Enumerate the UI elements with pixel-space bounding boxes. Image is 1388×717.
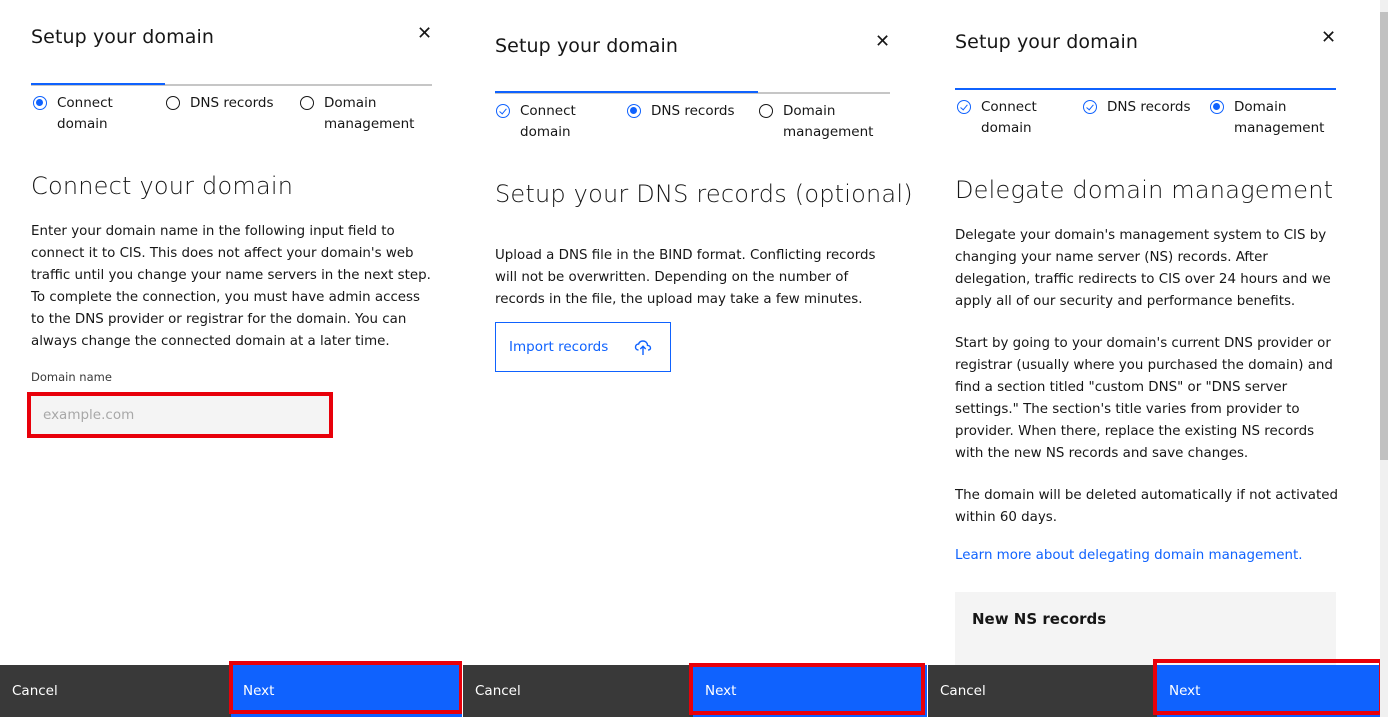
- scrollbar[interactable]: [1380, 0, 1388, 717]
- incomplete-step-icon: [166, 96, 180, 110]
- cloud-upload-icon: [634, 340, 652, 355]
- description-text: Delegate your domain's management system…: [955, 228, 1331, 309]
- checkmark-icon: [496, 104, 510, 118]
- step-domain-management[interactable]: Domain management: [759, 101, 873, 143]
- current-step-icon: [1210, 100, 1224, 114]
- description-text: Enter your domain name in the following …: [31, 224, 431, 349]
- checkmark-icon: [1083, 100, 1097, 114]
- domain-name-field: [31, 396, 329, 434]
- cancel-button[interactable]: Cancel: [463, 665, 693, 717]
- close-icon[interactable]: ✕: [875, 33, 890, 51]
- instructions-text: Start by going to your domain's current …: [955, 336, 1333, 461]
- step-dns-records[interactable]: DNS records: [1083, 97, 1191, 118]
- cancel-button[interactable]: Cancel: [928, 665, 1157, 717]
- modal-footer: Cancel Next: [0, 665, 462, 717]
- step-label: DNS records: [1107, 99, 1191, 115]
- step-label: Connect: [57, 95, 113, 111]
- section-heading: Delegate domain management: [955, 176, 1334, 204]
- next-button[interactable]: Next: [231, 665, 462, 717]
- next-button[interactable]: Next: [693, 665, 927, 717]
- step-label-line2: domain: [981, 120, 1032, 136]
- close-icon[interactable]: ✕: [417, 25, 432, 43]
- progress-fill: [955, 88, 1336, 90]
- progress-fill: [31, 83, 165, 85]
- current-step-icon: [627, 104, 641, 118]
- modal-title: Setup your domain: [955, 31, 1138, 53]
- ns-records-title: New NS records: [972, 610, 1107, 628]
- step-domain-management[interactable]: Domain management: [1210, 97, 1324, 139]
- incomplete-step-icon: [300, 96, 314, 110]
- domain-name-input[interactable]: [31, 396, 329, 434]
- checkmark-icon: [957, 100, 971, 114]
- step-label-line2: domain: [520, 124, 571, 140]
- step-dns-records[interactable]: DNS records: [627, 101, 735, 122]
- import-records-button[interactable]: Import records: [495, 322, 671, 372]
- current-step-icon: [33, 96, 47, 110]
- description-text: Upload a DNS file in the BIND format. Co…: [495, 248, 876, 307]
- import-records-label: Import records: [509, 339, 609, 355]
- step-label: DNS records: [190, 95, 274, 111]
- modal-title: Setup your domain: [495, 35, 678, 57]
- wizard-panel-domain-management: Setup your domain ✕ Connect domain DNS re…: [928, 0, 1388, 717]
- expiry-notice-text: The domain will be deleted automatically…: [955, 488, 1338, 525]
- progress-fill: [495, 91, 758, 93]
- modal-footer: Cancel Next: [928, 665, 1388, 717]
- step-connect-domain[interactable]: Connect domain: [496, 101, 576, 143]
- step-domain-management[interactable]: Domain management: [300, 93, 414, 135]
- step-label-line2: management: [783, 124, 874, 140]
- step-label: Connect: [981, 99, 1037, 115]
- section-heading: Setup your DNS records (optional): [495, 180, 913, 208]
- step-label: DNS records: [651, 103, 735, 119]
- next-button[interactable]: Next: [1157, 665, 1380, 717]
- close-icon[interactable]: ✕: [1321, 29, 1336, 47]
- domain-name-label: Domain name: [31, 370, 112, 384]
- incomplete-step-icon: [759, 104, 773, 118]
- modal-footer: Cancel Next: [463, 665, 927, 717]
- step-connect-domain[interactable]: Connect domain: [957, 97, 1037, 139]
- step-label-line2: management: [1234, 120, 1325, 136]
- learn-more-link[interactable]: Learn more about delegating domain manag…: [955, 548, 1303, 563]
- step-label: Connect: [520, 103, 576, 119]
- modal-title: Setup your domain: [31, 26, 214, 48]
- step-label-line2: management: [324, 116, 415, 132]
- cancel-button[interactable]: Cancel: [0, 665, 231, 717]
- scrollbar-thumb[interactable]: [1380, 12, 1388, 460]
- step-label-line2: domain: [57, 116, 108, 132]
- step-label: Domain: [1234, 99, 1287, 115]
- step-dns-records[interactable]: DNS records: [166, 93, 274, 114]
- step-label: Domain: [783, 103, 836, 119]
- step-label: Domain: [324, 95, 377, 111]
- ns-records-panel: New NS records: [955, 592, 1336, 672]
- wizard-panel-dns-records: Setup your domain ✕ Connect domain DNS re…: [463, 0, 927, 717]
- step-connect-domain[interactable]: Connect domain: [33, 93, 113, 135]
- section-heading: Connect your domain: [31, 172, 294, 200]
- wizard-panel-connect-domain: Setup your domain ✕ Connect domain DNS re…: [0, 0, 462, 717]
